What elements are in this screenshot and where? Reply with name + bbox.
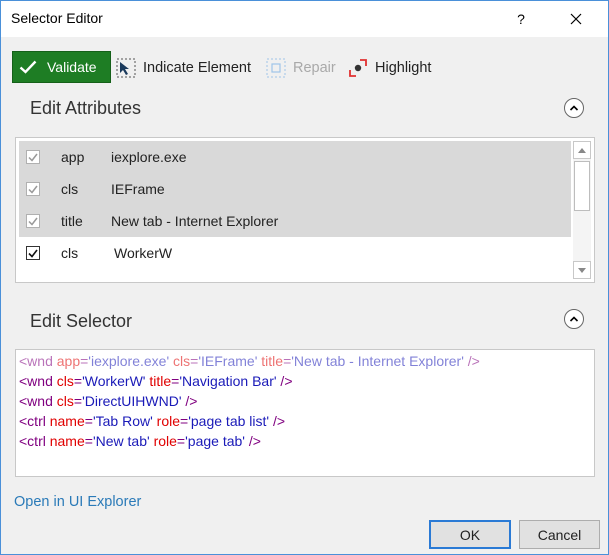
chevron-up-icon	[569, 316, 579, 322]
collapse-selector-button[interactable]	[564, 309, 584, 329]
selector-line: <wnd cls='DirectUIHWND' />	[19, 391, 197, 411]
title-bar: Selector Editor ?	[1, 1, 608, 37]
attribute-value[interactable]: IEFrame	[111, 181, 165, 197]
close-button[interactable]	[553, 1, 599, 37]
selector-attr-name: name	[49, 433, 85, 449]
attribute-checkbox[interactable]	[26, 182, 40, 196]
attributes-panel: app iexplore.exe cls IEFrame title New t…	[15, 137, 595, 283]
repair-button[interactable]: Repair	[265, 57, 336, 79]
selector-line: <ctrl name='Tab Row' role='page tab list…	[19, 411, 285, 431]
attribute-name: app	[61, 149, 85, 165]
selector-line: <wnd cls='WorkerW' title='Navigation Bar…	[19, 371, 293, 391]
selector-attr-name: name	[49, 413, 85, 429]
attribute-checkbox[interactable]	[26, 246, 40, 260]
selector-tag: <ctrl	[19, 413, 46, 429]
selector-attr-value: 'IEFrame'	[198, 353, 258, 369]
open-in-ui-explorer-link[interactable]: Open in UI Explorer	[14, 494, 141, 510]
selector-attr-name: app	[56, 353, 81, 369]
selector-attr-value: 'WorkerW'	[82, 373, 146, 389]
attribute-value[interactable]: WorkerW	[114, 245, 172, 261]
selector-attr-value: 'iexplore.exe'	[88, 353, 170, 369]
highlight-icon	[347, 57, 369, 79]
selector-tag-close: />	[181, 393, 198, 409]
selector-attr-name: title	[261, 353, 284, 369]
collapse-attributes-button[interactable]	[564, 98, 584, 118]
highlight-label: Highlight	[375, 60, 432, 76]
selector-equals: =	[84, 413, 93, 429]
edit-attributes-title: Edit Attributes	[30, 98, 142, 118]
selector-attr-value: 'Navigation Bar'	[179, 373, 277, 389]
cancel-button[interactable]: Cancel	[519, 520, 600, 549]
help-button[interactable]: ?	[498, 1, 544, 37]
checkmark-icon	[28, 185, 38, 194]
highlight-button[interactable]: Highlight	[347, 57, 431, 79]
attribute-name: cls	[61, 245, 79, 261]
selector-tag: <wnd	[19, 393, 53, 409]
attribute-row[interactable]: cls WorkerW	[19, 237, 571, 269]
attribute-value[interactable]: iexplore.exe	[111, 149, 187, 165]
selector-attr-value: 'page tab'	[185, 433, 245, 449]
chevron-up-icon	[569, 105, 579, 111]
selector-tag-close: />	[276, 373, 293, 389]
check-icon	[19, 60, 43, 74]
selector-editor-textbox[interactable]: <wnd app='iexplore.exe' cls='IEFrame' ti…	[15, 349, 595, 477]
repair-label: Repair	[293, 60, 336, 76]
close-icon	[570, 13, 582, 25]
ok-button[interactable]: OK	[429, 520, 511, 549]
indicate-cursor-icon	[115, 57, 137, 79]
validate-label: Validate	[47, 59, 97, 75]
scrollbar-thumb[interactable]	[574, 161, 590, 211]
attribute-row[interactable]: app iexplore.exe	[19, 141, 571, 173]
selector-attr-value: 'New tab'	[92, 433, 150, 449]
checkmark-icon	[28, 249, 38, 258]
scroll-down-button[interactable]	[573, 261, 591, 279]
attribute-value[interactable]: New tab - Internet Explorer	[111, 213, 278, 229]
selector-equals: =	[180, 413, 189, 429]
indicate-element-button[interactable]: Indicate Element	[115, 57, 251, 79]
selector-attr-name: cls	[56, 393, 74, 409]
selector-tag-close: />	[244, 433, 261, 449]
attribute-row[interactable]: cls IEFrame	[19, 173, 571, 205]
validate-button[interactable]: Validate	[12, 51, 111, 83]
scroll-up-button[interactable]	[573, 141, 591, 159]
selector-equals: =	[73, 373, 83, 389]
selector-attr-name: cls	[56, 373, 74, 389]
window-title: Selector Editor	[11, 10, 103, 26]
scroll-down-icon	[578, 267, 586, 273]
selector-line: <ctrl name='New tab' role='page tab' />	[19, 431, 261, 451]
selector-line: <wnd app='iexplore.exe' cls='IEFrame' ti…	[19, 351, 480, 371]
selector-tag-close: />	[269, 413, 286, 429]
selector-tag: <wnd	[19, 353, 53, 369]
attribute-name: title	[61, 213, 83, 229]
repair-icon	[265, 57, 287, 79]
toolbar: Validate Indicate Element Repair Highlig…	[12, 51, 602, 85]
scroll-up-icon	[578, 147, 586, 153]
selector-editor-window: Selector Editor ? Validate Indicate Elem…	[0, 0, 609, 555]
selector-equals: =	[84, 433, 93, 449]
attribute-checkbox[interactable]	[26, 150, 40, 164]
selector-attr-value: 'New tab - Internet Explorer'	[291, 353, 464, 369]
attribute-row[interactable]: title New tab - Internet Explorer	[19, 205, 571, 237]
attributes-list: app iexplore.exe cls IEFrame title New t…	[19, 141, 571, 279]
selector-attr-value: 'DirectUIHWND'	[82, 393, 182, 409]
indicate-element-label: Indicate Element	[143, 60, 252, 76]
selector-attr-value: 'page tab list'	[188, 413, 270, 429]
attribute-checkbox[interactable]	[26, 214, 40, 228]
attributes-scrollbar[interactable]	[573, 141, 591, 279]
checkmark-icon	[28, 153, 38, 162]
selector-attr-name: role	[153, 433, 177, 449]
selector-tag: <ctrl	[19, 433, 46, 449]
selector-equals: =	[176, 433, 186, 449]
selector-attr-value: 'Tab Row'	[92, 413, 153, 429]
selector-equals: =	[73, 393, 83, 409]
selector-attr-name: cls	[173, 353, 191, 369]
selector-tag: <wnd	[19, 373, 53, 389]
attribute-name: cls	[61, 181, 79, 197]
checkmark-icon	[28, 217, 38, 226]
selector-tag-close: />	[463, 353, 480, 369]
edit-selector-title: Edit Selector	[30, 311, 133, 331]
selector-attr-name: title	[149, 373, 172, 389]
selector-attr-name: role	[156, 413, 181, 429]
